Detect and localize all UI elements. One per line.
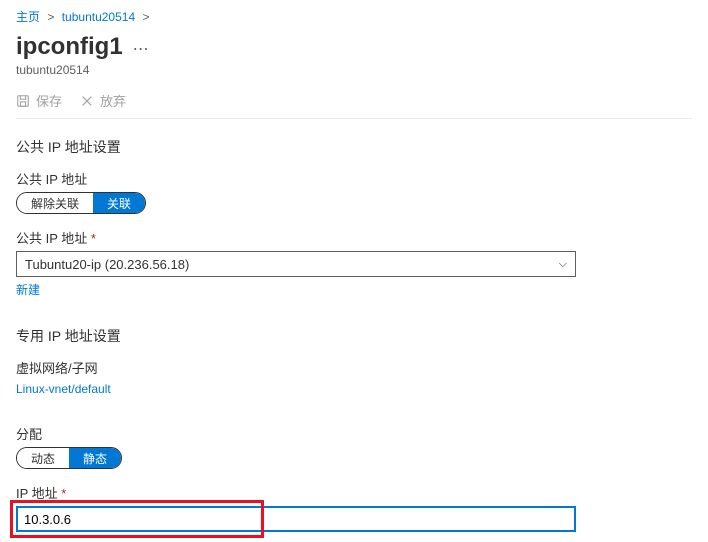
chevron-down-icon: ⌵ (559, 258, 567, 271)
more-actions-icon[interactable]: ⋯ (133, 39, 149, 59)
save-label: 保存 (36, 91, 62, 110)
breadcrumb: 主页 > tubuntu20514 > (16, 8, 692, 25)
private-ip-section-title: 专用 IP 地址设置 (16, 326, 692, 346)
allocation-static[interactable]: 静态 (69, 448, 121, 468)
public-ip-address-selected: Tubuntu20-ip (20.236.56.18) (25, 257, 189, 272)
discard-label: 放弃 (100, 91, 126, 110)
discard-button[interactable]: 放弃 (80, 91, 126, 110)
public-ip-toggle-disassociate[interactable]: 解除关联 (17, 193, 93, 213)
divider (16, 118, 692, 119)
allocation-label: 分配 (16, 424, 692, 443)
toolbar: 保存 放弃 (16, 91, 692, 110)
public-ip-toggle-label: 公共 IP 地址 (16, 169, 692, 188)
page-title: ipconfig1 (16, 33, 123, 61)
public-ip-address-label: 公共 IP 地址 * (16, 228, 692, 247)
allocation-dynamic[interactable]: 动态 (17, 448, 69, 468)
public-ip-section-title: 公共 IP 地址设置 (16, 137, 692, 157)
breadcrumb-sep: > (142, 10, 149, 24)
allocation-toggle[interactable]: 动态 静态 (16, 447, 122, 469)
public-ip-toggle[interactable]: 解除关联 关联 (16, 192, 146, 214)
breadcrumb-parent[interactable]: tubuntu20514 (62, 10, 135, 24)
vnet-label: 虚拟网络/子网 (16, 358, 692, 377)
save-button[interactable]: 保存 (16, 91, 62, 110)
public-ip-address-dropdown[interactable]: Tubuntu20-ip (20.236.56.18) ⌵ (16, 251, 576, 277)
ip-address-input[interactable] (16, 506, 576, 532)
vnet-link[interactable]: Linux-vnet/default (16, 382, 111, 396)
breadcrumb-sep: > (47, 10, 54, 24)
breadcrumb-home[interactable]: 主页 (16, 10, 40, 24)
ip-address-label: IP 地址 * (16, 483, 692, 502)
save-icon (16, 94, 30, 108)
close-icon (80, 94, 94, 108)
create-new-link[interactable]: 新建 (16, 281, 40, 298)
page-subtitle: tubuntu20514 (16, 63, 692, 77)
public-ip-toggle-associate[interactable]: 关联 (93, 193, 145, 213)
